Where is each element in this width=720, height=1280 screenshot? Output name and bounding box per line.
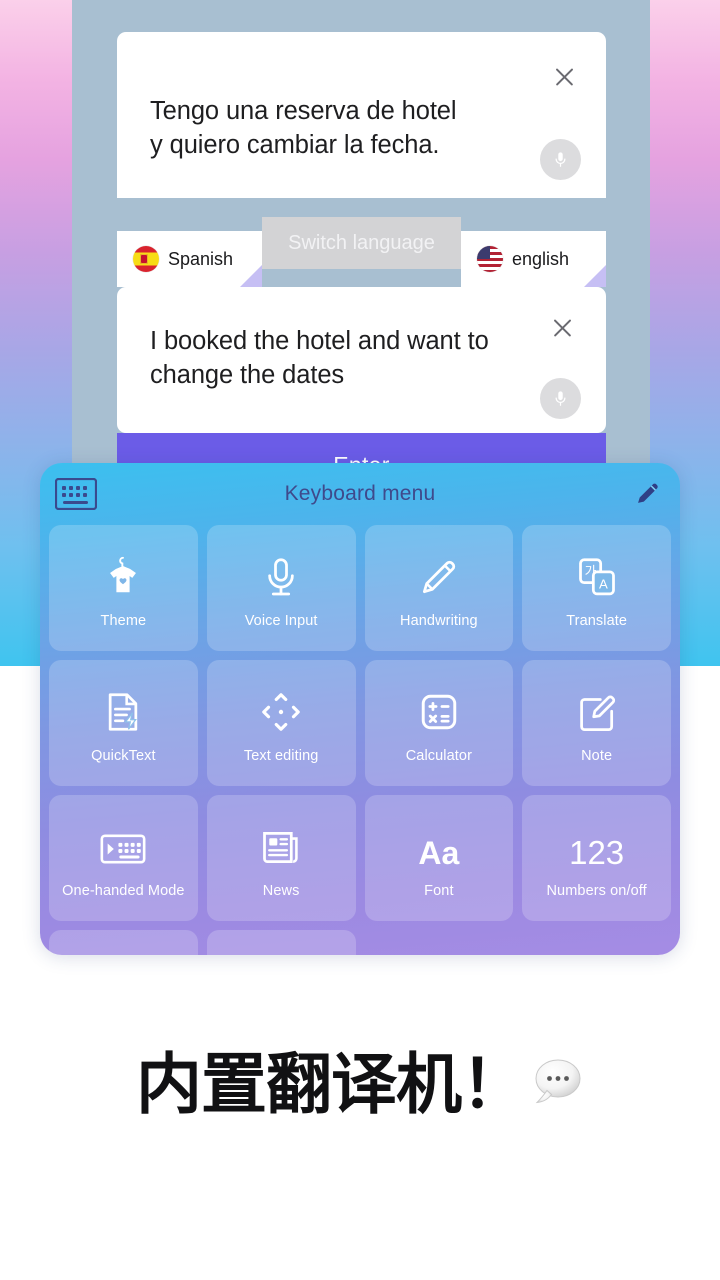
target-language-tab[interactable]: english	[461, 231, 606, 287]
kb-tile-row4-2[interactable]	[206, 930, 356, 955]
source-text-box[interactable]: Tengo una reserva de hotel y quiero camb…	[117, 32, 606, 198]
note-pencil-icon	[575, 682, 619, 734]
source-language-label: Spanish	[168, 248, 234, 269]
microphone-icon	[259, 547, 303, 599]
close-icon[interactable]	[550, 315, 576, 341]
corner-triangle-marker	[240, 265, 262, 287]
keyboard-menu-grid: Theme Voice Input Handwriting 가 A Transl…	[40, 525, 680, 955]
keyboard-icon[interactable]	[54, 477, 98, 515]
target-text: I booked the hotel and want to change th…	[150, 327, 489, 389]
kb-tile-label: QuickText	[91, 748, 156, 764]
language-switcher-bar: Spanish Switch language english	[117, 198, 606, 287]
speech-bubble-icon	[530, 1057, 584, 1107]
kb-tile-one-handed-mode[interactable]: One-handed Mode	[49, 795, 198, 921]
kb-tile-label: Text editing	[243, 748, 319, 764]
microphone-icon	[555, 391, 566, 406]
target-text-box[interactable]: I booked the hotel and want to change th…	[117, 287, 606, 433]
source-microphone-button[interactable]	[540, 139, 581, 180]
svg-text:A: A	[599, 576, 608, 591]
kb-tile-label: Calculator	[405, 748, 473, 764]
kb-tile-text-editing[interactable]: Text editing	[206, 660, 356, 786]
tshirt-hanger-icon	[100, 547, 146, 599]
close-icon[interactable]	[552, 64, 578, 90]
kb-tile-label: Theme	[100, 613, 147, 629]
kb-tile-numbers-on-off[interactable]: 123 Numbers on/off	[522, 795, 671, 921]
kb-tile-quicktext[interactable]: QuickText	[49, 660, 198, 786]
corner-triangle-marker	[584, 265, 606, 287]
switch-language-button[interactable]: Switch language	[262, 217, 461, 269]
source-language-tab[interactable]: Spanish	[117, 231, 262, 287]
font-aa-icon: Aa	[418, 817, 459, 869]
pencil-edit-icon[interactable]	[634, 479, 662, 512]
kb-tile-theme[interactable]: Theme	[49, 525, 198, 651]
flag-spain-icon	[133, 246, 159, 272]
translate-card: Tengo una reserva de hotel y quiero camb…	[117, 32, 606, 497]
headline-text: 内置翻译机！	[136, 1046, 527, 1123]
kb-tile-label: One-handed Mode	[62, 883, 185, 899]
kb-tile-label: Note	[581, 748, 613, 764]
kb-tile-label: News	[262, 883, 300, 899]
kb-tile-label: Handwriting	[400, 613, 478, 629]
one-handed-keyboard-icon	[100, 817, 146, 869]
kb-tile-row4-1[interactable]	[49, 930, 198, 955]
kb-tile-calculator[interactable]: Calculator	[364, 660, 514, 786]
kb-tile-translate[interactable]: 가 A Translate	[522, 525, 671, 651]
switch-language-label: Switch language	[288, 231, 435, 254]
kb-tile-label: Translate	[566, 613, 628, 629]
translate-cards-icon: 가 A	[575, 547, 619, 599]
flag-usa-icon	[477, 246, 503, 272]
kb-tile-news[interactable]: News	[206, 795, 356, 921]
kb-tile-row4-empty-2	[522, 930, 671, 955]
keyboard-menu-header: Keyboard menu	[40, 463, 680, 525]
pencil-icon	[417, 547, 461, 599]
kb-tile-label: Voice Input	[244, 613, 318, 629]
kb-tile-handwriting[interactable]: Handwriting	[364, 525, 514, 651]
newspaper-icon	[259, 817, 303, 869]
keyboard-menu-panel: Keyboard menu Theme Voice Input Handwrit…	[40, 463, 680, 955]
kb-tile-font[interactable]: Aa Font	[364, 795, 514, 921]
four-arrows-icon	[259, 682, 303, 734]
headline: 内置翻译机！	[0, 1052, 720, 1118]
kb-tile-label: Font	[424, 883, 454, 899]
document-lightning-icon	[101, 682, 145, 734]
kb-tile-voice-input[interactable]: Voice Input	[206, 525, 356, 651]
calculator-icon	[417, 682, 461, 734]
kb-tile-label: Numbers on/off	[546, 883, 647, 899]
source-text: Tengo una reserva de hotel y quiero camb…	[150, 97, 457, 159]
keyboard-menu-title: Keyboard menu	[284, 482, 436, 505]
font-glyph: Aa	[418, 835, 460, 871]
numbers-glyph: 123	[569, 834, 625, 871]
kb-tile-note[interactable]: Note	[522, 660, 671, 786]
target-language-label: english	[512, 248, 570, 269]
kb-tile-row4-empty-1	[365, 930, 514, 955]
target-microphone-button[interactable]	[540, 378, 581, 419]
microphone-icon	[555, 152, 566, 167]
numbers-123-icon: 123	[569, 817, 624, 869]
